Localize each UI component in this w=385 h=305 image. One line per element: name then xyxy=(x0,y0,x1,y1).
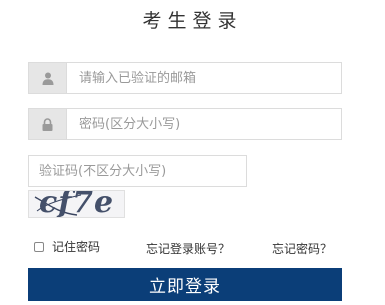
password-input[interactable] xyxy=(67,109,341,139)
password-field-group xyxy=(28,108,342,140)
login-options: 记住密码 忘记登录账号？ 忘记密码？ xyxy=(0,238,385,258)
remember-label: 记住密码 xyxy=(52,240,101,254)
forgot-account-link[interactable]: 忘记登录账号？ xyxy=(146,240,230,257)
captcha-text: cf7e xyxy=(39,190,115,218)
remember-password[interactable]: 记住密码 xyxy=(34,238,100,255)
lock-icon xyxy=(29,109,67,139)
email-field-group xyxy=(28,62,342,94)
remember-checkbox[interactable] xyxy=(34,241,44,252)
captcha-image[interactable]: cf7e xyxy=(28,190,125,218)
captcha-input[interactable] xyxy=(28,155,247,187)
user-icon xyxy=(29,63,67,93)
email-input[interactable] xyxy=(67,63,341,93)
login-button[interactable]: 立即登录 xyxy=(28,268,342,301)
page-title: 考生登录 xyxy=(142,10,243,32)
forgot-password-link[interactable]: 忘记密码？ xyxy=(272,240,332,257)
